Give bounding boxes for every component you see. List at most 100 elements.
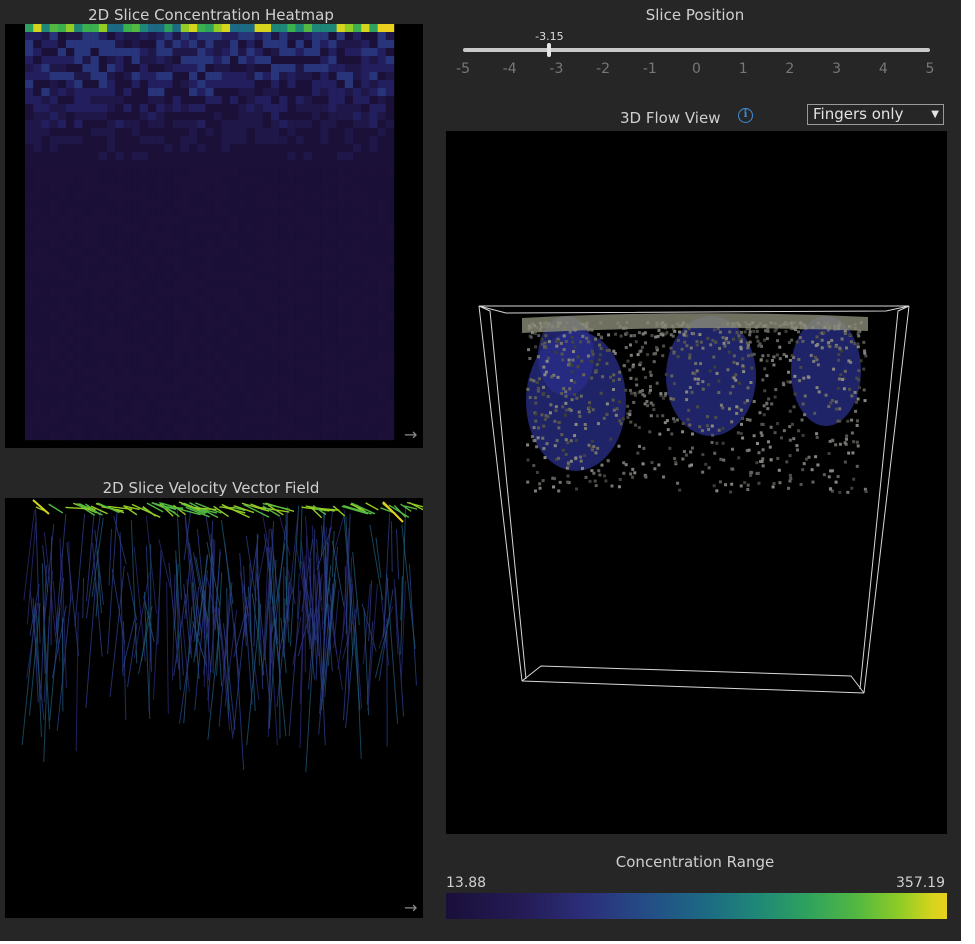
flow-particle <box>561 448 565 452</box>
heatmap-canvas[interactable] <box>5 24 423 448</box>
heatmap-cell <box>139 376 149 385</box>
flow-particle <box>855 423 859 427</box>
flow-particle <box>769 425 773 429</box>
heatmap-cell <box>287 304 296 313</box>
heatmap-cell <box>66 400 75 409</box>
heatmap-cell <box>156 280 165 289</box>
heatmap-cell <box>287 232 296 241</box>
heatmap-cell <box>148 360 157 369</box>
heatmap-cell <box>205 256 214 265</box>
heatmap-cell <box>213 320 222 329</box>
slider-thumb[interactable] <box>547 43 552 57</box>
flow-particle <box>763 367 767 371</box>
heatmap-cell <box>246 80 255 89</box>
flow-particle <box>701 380 705 384</box>
heatmap-cell <box>148 344 157 353</box>
heatmap-cell <box>361 384 370 393</box>
flow-particle <box>785 354 789 358</box>
flow-particle <box>765 401 769 405</box>
heatmap-cell <box>66 80 75 89</box>
heatmap-cell <box>189 40 198 49</box>
heatmap-cell <box>66 64 75 73</box>
heatmap-cell <box>254 272 263 281</box>
flow-particle <box>846 490 850 494</box>
flow-particle <box>688 353 692 357</box>
heatmap-cell <box>303 24 313 33</box>
heatmap-cell <box>221 248 231 257</box>
flow-particle <box>778 481 782 485</box>
heatmap-cell <box>353 168 362 177</box>
flow-particle <box>782 429 786 433</box>
heatmap-cell <box>221 360 231 369</box>
heatmap-cell <box>377 56 386 65</box>
heatmap-cell <box>344 160 354 169</box>
heatmap-cell <box>312 192 321 201</box>
flow-particle <box>759 431 763 435</box>
flow-particle <box>673 420 677 424</box>
heatmap-cell <box>246 88 255 97</box>
heatmap-cell <box>312 256 321 265</box>
heatmap-cell <box>41 136 50 145</box>
heatmap-cell <box>353 80 362 89</box>
flow-particle <box>647 391 651 395</box>
heatmap-cell <box>33 24 42 33</box>
heatmap-cell <box>295 296 304 305</box>
heatmap-cell <box>25 168 34 177</box>
flow-particle <box>714 340 718 344</box>
info-icon[interactable]: i <box>738 108 753 123</box>
heatmap-cell <box>139 48 149 57</box>
heatmap-cell <box>33 176 42 185</box>
heatmap-cell <box>189 112 198 121</box>
heatmap-cell <box>123 136 132 145</box>
heatmap-cell <box>353 240 362 249</box>
heatmap-cell <box>148 112 157 121</box>
heatmap-cell <box>123 168 132 177</box>
heatmap-cell <box>189 272 198 281</box>
flow-particle <box>553 477 557 481</box>
heatmap-cell <box>131 136 140 145</box>
heatmap-cell <box>139 112 149 121</box>
heatmap-cell <box>238 392 247 401</box>
heatmap-cell <box>336 24 345 33</box>
heatmap-cell <box>320 248 329 257</box>
heatmap-cell <box>230 176 239 185</box>
heatmap-cell <box>303 432 313 441</box>
heatmap-cell <box>344 336 354 345</box>
heatmap-cell <box>295 96 304 105</box>
heatmap-cell <box>361 304 370 313</box>
heatmap-cell <box>344 416 354 425</box>
heatmap-cell <box>33 184 42 193</box>
flow-particle <box>612 387 616 391</box>
heatmap-cell <box>312 128 321 137</box>
flow-particle <box>786 380 790 384</box>
heatmap-cell <box>254 152 263 161</box>
heatmap-cell <box>98 160 108 169</box>
heatmap-cell <box>271 80 280 89</box>
heatmap-cell <box>172 80 181 89</box>
flow-particle <box>595 363 599 367</box>
velocity-canvas[interactable] <box>5 498 423 918</box>
view-mode-select[interactable]: Fingers only ▼ <box>807 104 944 125</box>
heatmap-cell <box>57 160 67 169</box>
heatmap-cell <box>74 80 83 89</box>
heatmap-cell <box>213 24 222 33</box>
slice-position-slider[interactable] <box>463 43 930 57</box>
heatmap-cell <box>98 264 108 273</box>
heatmap-cell <box>361 96 370 105</box>
heatmap-expand-icon[interactable]: → <box>404 427 417 443</box>
heatmap-cell <box>98 192 108 201</box>
heatmap-cell <box>33 64 42 73</box>
heatmap-cell <box>312 184 321 193</box>
flow-particle <box>579 459 583 463</box>
heatmap-cell <box>82 72 91 81</box>
flow-3d-canvas[interactable] <box>446 131 947 834</box>
heatmap-cell <box>344 24 354 33</box>
heatmap-cell <box>369 360 378 369</box>
heatmap-cell <box>303 128 313 137</box>
heatmap-cell <box>123 424 132 433</box>
heatmap-cell <box>156 232 165 241</box>
heatmap-cell <box>328 32 337 41</box>
flow-particle <box>796 330 800 334</box>
velocity-expand-icon[interactable]: → <box>404 900 417 916</box>
flow-particle <box>799 365 803 369</box>
